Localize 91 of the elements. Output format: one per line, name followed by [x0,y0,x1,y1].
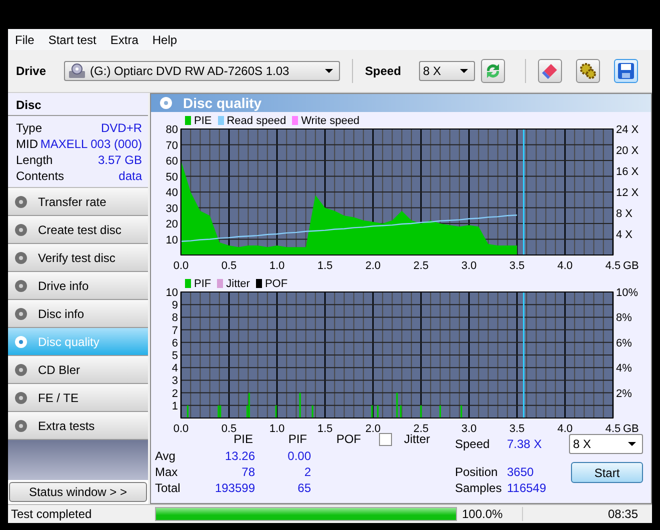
y-tick-label: 4% [616,362,632,375]
disc-title: Disc [8,95,148,116]
legend-label: PIF [194,278,212,290]
y-tick-label: 4 X [616,229,633,241]
x-tick-label: 1.0 [269,260,285,272]
reading-value: 116549 [507,481,546,495]
x-axis-label: GB [623,423,639,435]
y-tick-label: 8 [172,312,178,324]
y-tick-label: 70 [166,140,178,152]
y-tick-label: 6% [616,337,632,350]
y-tick-label: 24 X [616,124,639,136]
x-tick-label: 3.5 [509,260,525,272]
y-tick-label: 80 [166,124,178,136]
y-tick-label: 12 X [616,187,639,199]
y-tick-label: 10 [166,287,178,299]
x-tick-label: 0.0 [173,423,189,435]
elapsed-time: 08:35 [606,507,639,521]
x-tick-label: 1.5 [317,423,333,435]
progress-percent: 100.0% [457,507,523,521]
field-value: DVD+R [100,120,142,136]
y-tick-label: 30 [166,202,178,215]
column-header: POF [335,432,361,446]
x-tick-label: 4.5 [605,423,621,435]
y-tick-label: 60 [166,156,178,168]
stat-value: 13.26 [224,449,255,463]
field-value: 3.57 GB [98,152,142,168]
jitter-label: Jitter [404,432,430,446]
x-tick-label: 1.0 [269,423,285,435]
row-label: Avg [155,449,176,463]
y-tick-label: 50 [166,171,178,184]
stat-value: 78 [240,465,255,479]
speed-label: Speed [365,64,402,78]
field-value: data [118,168,142,184]
x-tick-label: 3.0 [461,260,477,272]
y-tick-label: 4 [172,362,178,375]
reading-value: 3650 [507,465,534,479]
x-tick-label: 4.0 [557,260,573,272]
legend-label: POF [264,278,288,290]
field-label: Type [16,120,42,136]
y-tick-label: 20 [166,218,178,230]
field-label: MID [16,136,38,152]
reading-label: Position [455,465,499,479]
y-tick-label: 2 [172,388,178,400]
y-tick-label: 2% [616,388,632,400]
y-tick-label: 6 [172,337,178,350]
stat-value: 0.00 [286,449,311,463]
y-tick-label: 10 [166,234,178,246]
x-tick-label: 2.5 [413,423,429,435]
reading-label: Speed [455,437,491,451]
drive-label: Drive [16,64,46,78]
y-tick-label: 8% [616,312,632,324]
y-tick-label: 9 [172,300,178,312]
x-axis-label: GB [623,260,639,272]
y-tick-label: 1 [172,400,178,412]
field-value: MAXELL 003 (000) [40,136,142,152]
x-tick-label: 3.5 [509,423,525,435]
column-header: PIF [287,432,307,446]
y-tick-label: 16 X [616,166,639,178]
x-tick-label: 0.5 [221,260,237,272]
x-tick-label: 2.5 [413,260,429,272]
x-tick-label: 1.5 [317,260,333,272]
status-text: Test completed [10,507,93,521]
stat-value: 65 [296,481,311,495]
stat-value: 2 [303,465,311,479]
legend-label: Write speed [301,114,360,126]
column-header: PIE [234,432,253,446]
field-label: Contents [16,168,64,184]
x-tick-label: 0.5 [221,423,237,435]
y-tick-label: 20 X [616,145,639,157]
row-label: Total [155,481,182,495]
reading-value: 7.38 X [507,437,542,451]
panel-header: Disc quality [151,94,651,112]
x-tick-label: 0.0 [173,260,189,272]
x-tick-label: 2.0 [365,260,381,272]
legend-label: PIE [194,114,212,126]
x-tick-label: 3.0 [461,423,477,435]
y-tick-label: 8 X [616,208,633,220]
y-tick-label: 10% [616,287,638,299]
legend-label: Read speed [226,114,286,126]
y-tick-label: 7 [172,324,178,337]
y-tick-label: 3 [172,375,178,388]
y-tick-label: 40 [166,187,178,199]
y-tick-label: 5 [172,350,178,362]
reading-label: Samples [455,481,503,495]
x-tick-label: 4.5 [605,260,621,272]
x-tick-label: 2.0 [365,423,381,435]
field-label: Length [16,152,53,168]
x-tick-label: 4.0 [557,423,573,435]
stat-value: 193599 [214,481,255,495]
legend-label: Jitter [226,278,250,290]
row-label: Max [155,465,179,479]
